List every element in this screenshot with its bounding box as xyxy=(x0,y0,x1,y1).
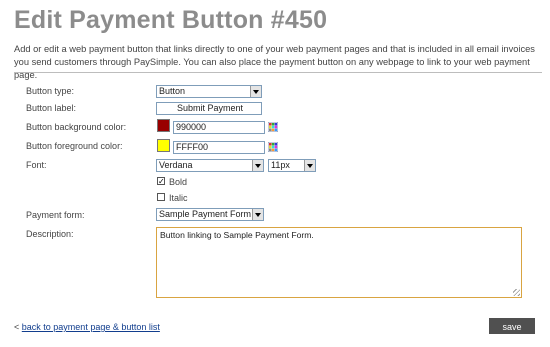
font-family-value: Verdana xyxy=(159,160,193,170)
back-to-list-link[interactable]: back to payment page & button list xyxy=(22,322,160,332)
payment-form-value: Sample Payment Form xyxy=(159,209,252,219)
font-label: Font: xyxy=(26,160,47,170)
fg-color-input[interactable]: FFFF00 xyxy=(173,141,265,154)
checkmark-icon: ✓ xyxy=(158,177,165,186)
chevron-down-icon xyxy=(304,160,315,171)
bold-checkbox[interactable]: ✓ xyxy=(157,177,165,186)
description-label: Description: xyxy=(26,229,74,239)
page-title: Edit Payment Button #450 xyxy=(14,6,328,34)
button-type-label: Button type: xyxy=(26,86,75,96)
description-value: Button linking to Sample Payment Form. xyxy=(160,230,314,240)
bg-color-swatch xyxy=(157,119,170,132)
chevron-down-icon xyxy=(252,160,263,171)
button-type-value: Button xyxy=(159,86,186,96)
bg-color-input[interactable]: 990000 xyxy=(173,121,265,134)
back-prefix: < xyxy=(14,322,20,332)
resize-grip-icon[interactable] xyxy=(513,289,520,296)
save-button[interactable]: save xyxy=(489,318,535,334)
bold-label: Bold xyxy=(169,177,188,187)
font-size-select[interactable]: 11px xyxy=(268,159,316,172)
fg-color-label: Button foreground color: xyxy=(26,141,123,151)
description-textarea[interactable]: Button linking to Sample Payment Form. xyxy=(156,227,522,298)
bg-color-label: Button background color: xyxy=(26,122,127,132)
palette-grid-icon[interactable] xyxy=(268,122,278,132)
chevron-down-icon xyxy=(250,86,261,97)
italic-label: Italic xyxy=(169,193,188,203)
button-label-label: Button label: xyxy=(26,103,77,113)
payment-form-label: Payment form: xyxy=(26,210,85,220)
payment-form-select[interactable]: Sample Payment Form xyxy=(156,208,264,221)
italic-checkbox[interactable] xyxy=(157,193,165,201)
intro-text: Add or edit a web payment button that li… xyxy=(14,44,535,80)
button-label-input[interactable]: Submit Payment xyxy=(156,102,262,115)
font-size-value: 11px xyxy=(271,160,290,170)
font-family-select[interactable]: Verdana xyxy=(156,159,264,172)
fg-color-swatch xyxy=(157,139,170,152)
button-type-select[interactable]: Button xyxy=(156,85,262,98)
back-nav: < back to payment page & button list xyxy=(14,322,160,332)
palette-grid-icon[interactable] xyxy=(268,142,278,152)
chevron-down-icon xyxy=(252,209,263,220)
divider xyxy=(14,72,542,73)
